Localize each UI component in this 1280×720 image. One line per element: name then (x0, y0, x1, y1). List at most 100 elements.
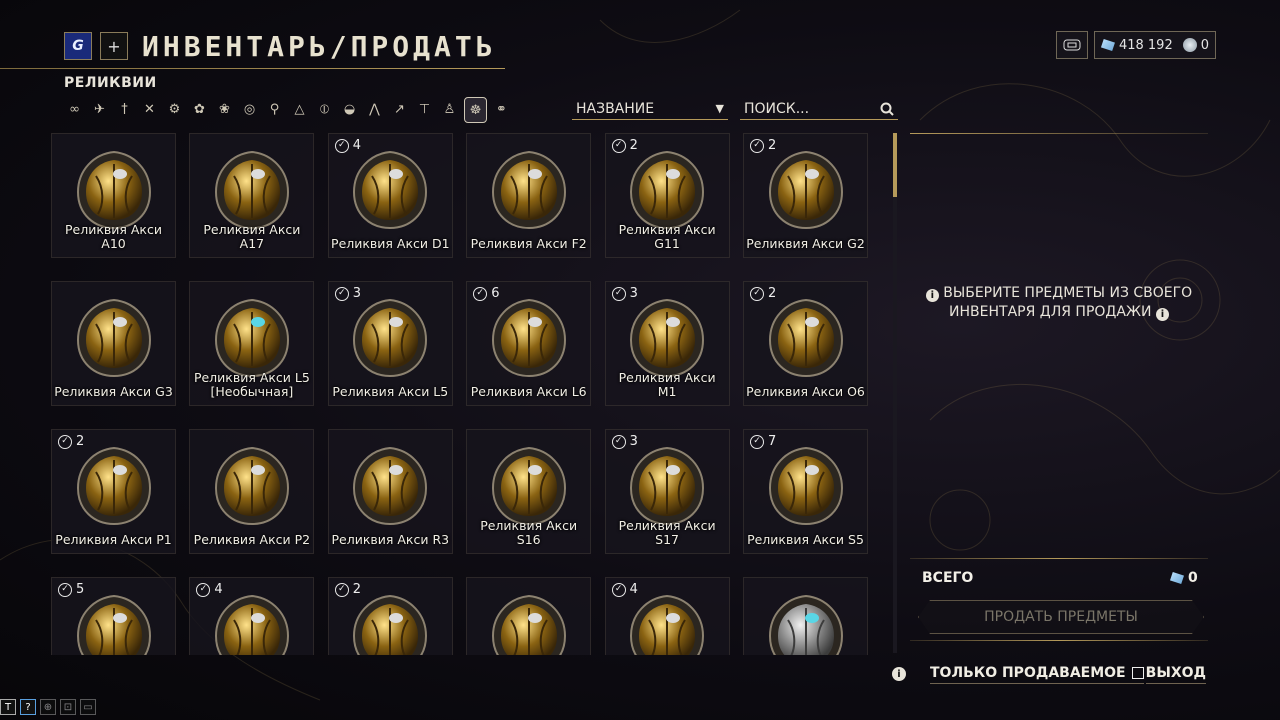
relic-card[interactable]: ✓ 3 Реликвия Акси M1 (604, 281, 730, 406)
filter-category-icon[interactable]: ⦶ (314, 97, 335, 121)
filter-category-icon[interactable]: ☸ (464, 97, 487, 123)
add-tab-button[interactable]: + (100, 32, 128, 60)
divider (910, 558, 1208, 559)
filter-category-icon[interactable]: △ (289, 97, 310, 121)
relic-name: Реликвия Акси R3 (331, 532, 450, 547)
relic-card[interactable]: Реликвия Акси P2 (189, 429, 315, 554)
relic-card[interactable]: ✓ 4 (189, 577, 315, 655)
check-icon: ✓ (750, 286, 764, 301)
check-icon: ✓ (611, 434, 626, 449)
check-icon: ✓ (750, 138, 764, 153)
title-underline (0, 68, 505, 69)
platinum-icon (1100, 39, 1115, 51)
relic-icon (350, 592, 430, 655)
relic-card[interactable]: ✓ 2 Реликвия Акси O6 (743, 281, 868, 406)
relic-icon (74, 592, 154, 655)
info-icon[interactable]: i (1155, 308, 1169, 321)
relic-name: Реликвия Акси G2 (746, 236, 865, 251)
filter-category-icon[interactable]: ◎ (239, 97, 260, 121)
sort-dropdown[interactable]: НАЗВАНИЕ ▼ (572, 98, 728, 120)
relic-name: Реликвия Акси S5 (747, 532, 864, 547)
relic-card[interactable]: Реликвия Акси R3 (327, 429, 453, 554)
filter-category-icon[interactable]: ⋀ (364, 97, 385, 121)
checkbox-icon[interactable] (1131, 666, 1144, 679)
relic-icon (489, 296, 569, 380)
relic-card[interactable]: ✓ 2 Реликвия Акси P1 (51, 429, 176, 554)
relic-card[interactable] (466, 577, 592, 655)
relic-card[interactable]: ✓ 6 Реликвия Акси L6 (466, 281, 592, 406)
check-icon: ✓ (58, 434, 72, 449)
check-icon: ✓ (611, 286, 626, 301)
toolbar-button[interactable]: ▭ (80, 699, 96, 715)
relic-name: Реликвия Акси A10 (65, 222, 162, 251)
relic-card[interactable] (743, 577, 868, 655)
relic-card[interactable]: Реликвия Акси F2 (466, 133, 592, 258)
relic-card[interactable]: ✓ 2 Реликвия Акси G11 (604, 133, 730, 258)
total-value: 0 (1170, 570, 1198, 586)
info-icon: i (925, 289, 939, 302)
filter-category-icon[interactable]: ∞ (64, 97, 85, 121)
search-icon[interactable] (880, 102, 894, 116)
divider (910, 133, 1208, 134)
inventory-toggle-button[interactable] (1055, 31, 1088, 59)
relic-card[interactable]: ✓ 4 (604, 577, 730, 655)
credits-icon (1182, 38, 1197, 52)
selection-hint-text: ВЫБЕРИТЕ ПРЕДМЕТЫ ИЗ СВОЕГО ИНВЕНТАРЯ ДЛ… (943, 285, 1193, 320)
relic-card[interactable]: ✓ 4 Реликвия Акси D1 (327, 133, 453, 258)
filter-category-icon[interactable]: ⚲ (264, 97, 285, 121)
section-label: РЕЛИКВИИ (64, 75, 157, 91)
relic-icon (489, 444, 569, 528)
filter-category-icon[interactable]: ⚙ (164, 97, 185, 121)
sell-items-button[interactable]: ПРОДАТЬ ПРЕДМЕТЫ (918, 600, 1204, 634)
only-sellable-toggle[interactable]: ТОЛЬКО ПРОДАВАЕМОЕ (930, 665, 1144, 684)
check-icon: ✓ (58, 582, 72, 597)
relic-name: Реликвия Акси G11 (618, 222, 716, 251)
filter-category-icon[interactable]: ❀ (214, 97, 235, 121)
filter-category-icon[interactable]: ⚭ (491, 97, 512, 121)
toolbar-button[interactable]: ? (20, 699, 36, 715)
filter-category-icon[interactable]: † (114, 97, 135, 121)
relic-icon (627, 444, 707, 528)
check-icon: ✓ (334, 582, 349, 597)
relic-card[interactable]: ✓ 7 Реликвия Акси S5 (743, 429, 868, 554)
relic-card[interactable]: ✓ 2 Реликвия Акси G2 (743, 133, 868, 258)
toolbar-button[interactable]: T (0, 699, 16, 715)
filter-category-icon[interactable]: ↗ (389, 97, 410, 121)
header: G + ИНВЕНТАРЬ/ПРОДАТЬ (64, 30, 497, 63)
relic-card[interactable]: Реликвия Акси A10 (51, 133, 176, 258)
filter-category-icon[interactable]: ✕ (139, 97, 160, 121)
scrollbar-thumb[interactable] (893, 133, 897, 197)
toolbar-button[interactable]: ⊡ (60, 699, 76, 715)
filter-category-icon[interactable]: ✿ (189, 97, 210, 121)
relic-card[interactable]: Реликвия Акси L5 [Необычная] (189, 281, 315, 406)
warframe-logo-icon[interactable]: G (64, 32, 92, 60)
filter-category-icon[interactable]: ⊤ (414, 97, 435, 121)
filter-category-icon[interactable]: ✈ (89, 97, 110, 121)
relic-card[interactable]: ✓ 3 Реликвия Акси L5 (327, 281, 453, 406)
relic-name: Реликвия Акси D1 (331, 236, 450, 251)
relic-card[interactable]: ✓ 3 Реликвия Акси S17 (604, 429, 730, 554)
relic-icon (627, 592, 707, 655)
search-input[interactable] (744, 100, 864, 117)
relic-card[interactable]: ✓ 2 (327, 577, 453, 655)
relic-name: Реликвия Акси L6 (470, 384, 587, 399)
relic-name: Реликвия Акси L5 (332, 384, 449, 399)
exit-button[interactable]: ВЫХОД (1145, 665, 1206, 684)
relic-card[interactable]: ✓ 5 (51, 577, 176, 655)
inventory-scrollbar[interactable] (893, 133, 897, 653)
info-icon[interactable]: i (892, 667, 906, 681)
relic-icon (766, 592, 846, 655)
relic-name: Реликвия Акси S17 (618, 518, 716, 547)
relic-icon (350, 148, 430, 232)
toolbar-button[interactable]: ⊕ (40, 699, 56, 715)
relic-card[interactable]: Реликвия Акси G3 (51, 281, 176, 406)
relic-icon (627, 148, 707, 232)
bottom-bar: i ТОЛЬКО ПРОДАВАЕМОЕ ВЫХОД (890, 662, 1216, 686)
relic-card[interactable]: Реликвия Акси S16 (466, 429, 592, 554)
relic-icon (350, 296, 430, 380)
relic-icon (489, 592, 569, 655)
check-icon: ✓ (334, 286, 349, 301)
filter-category-icon[interactable]: ◒ (339, 97, 360, 121)
filter-category-icon[interactable]: ♙ (439, 97, 460, 121)
relic-card[interactable]: Реликвия Акси A17 (189, 133, 315, 258)
